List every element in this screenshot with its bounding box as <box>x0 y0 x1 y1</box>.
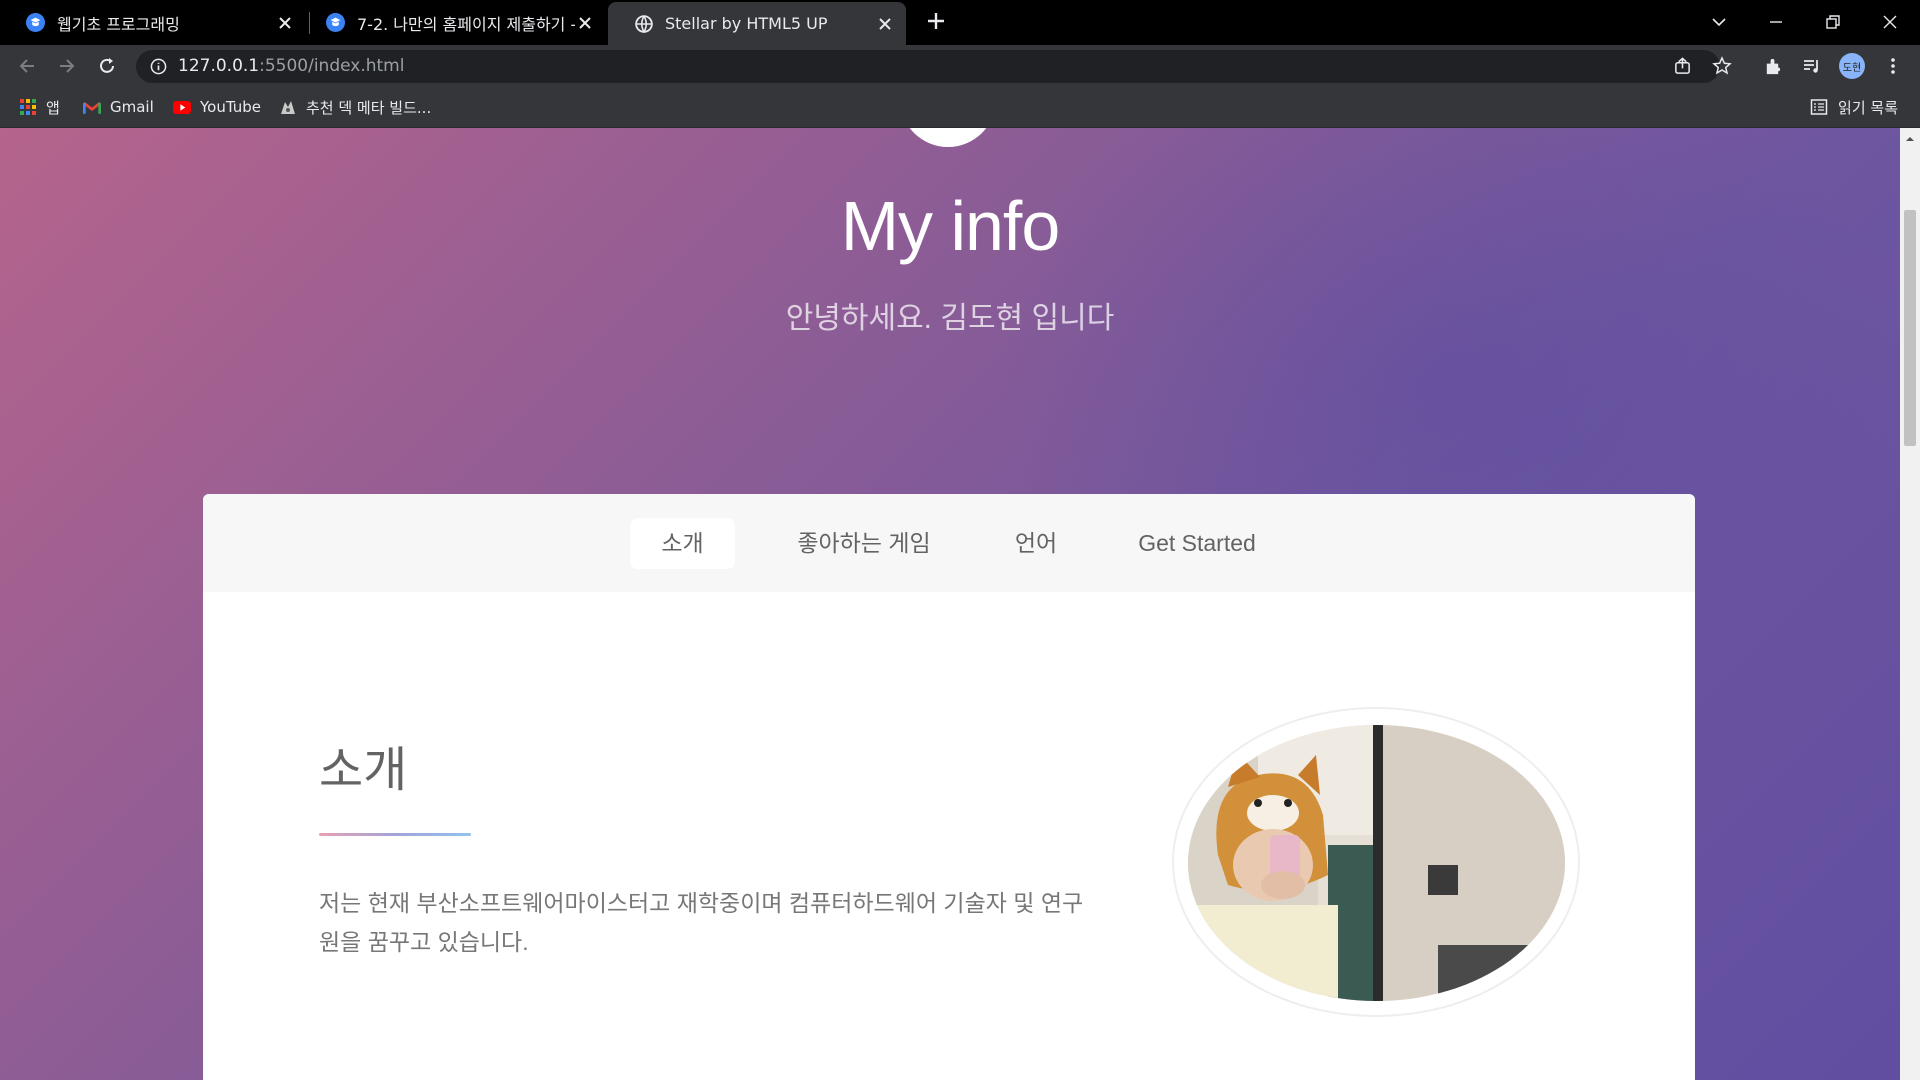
restore-icon[interactable] <box>1819 8 1847 36</box>
page-viewport: My info 안녕하세요. 김도현 입니다 소개 좋아하는 게임 언어 Get… <box>0 128 1900 1080</box>
apps-grid-icon <box>19 98 37 116</box>
scroll-thumb[interactable] <box>1904 210 1916 446</box>
bookmark-gmail[interactable]: Gmail <box>83 86 154 128</box>
gmail-icon <box>83 98 101 116</box>
profile-avatar[interactable]: 도현 <box>1839 53 1865 79</box>
section-underline <box>319 833 471 836</box>
youtube-icon <box>173 98 191 116</box>
section-title: 소개 <box>319 744 408 797</box>
close-tab-icon[interactable] <box>578 16 592 30</box>
hero-title: My info <box>840 187 1061 265</box>
new-tab-icon[interactable] <box>924 9 948 33</box>
tab-search-icon[interactable] <box>1705 8 1733 36</box>
reload-icon[interactable] <box>93 52 121 80</box>
main-panel: 소개 좋아하는 게임 언어 Get Started 소개 저는 현재 부산소프트… <box>203 494 1695 1080</box>
close-window-icon[interactable] <box>1876 8 1904 36</box>
tab-title: 7-2. 나만의 홈페이지 제출하기 - <box>357 14 575 34</box>
close-tab-icon[interactable] <box>878 17 892 31</box>
scroll-up-arrow-icon[interactable] <box>1905 134 1915 144</box>
bookmark-label: YouTube <box>200 98 261 116</box>
tab-stellar[interactable]: Stellar by HTML5 UP <box>608 2 906 45</box>
nav-favorite-games[interactable]: 좋아하는 게임 <box>769 518 959 569</box>
section-nav: 소개 좋아하는 게임 언어 Get Started <box>203 494 1695 592</box>
reading-list-icon <box>1810 99 1828 115</box>
bookmark-star-icon[interactable] <box>1708 52 1736 80</box>
nav-languages[interactable]: 언어 <box>991 518 1081 569</box>
page-scrollbar[interactable] <box>1900 128 1920 1080</box>
site-icon <box>279 98 297 116</box>
close-tab-icon[interactable] <box>278 16 292 30</box>
minimize-icon[interactable] <box>1762 8 1790 36</box>
address-bar[interactable]: 127.0.0.1:5500/index.html <box>136 50 1720 83</box>
media-controls-icon[interactable] <box>1798 52 1826 80</box>
globe-icon <box>634 14 653 33</box>
bookmark-apps[interactable]: 앱 <box>19 86 60 128</box>
bookmark-label: 추천 덱 메타 빌드... <box>306 98 432 117</box>
extensions-icon[interactable] <box>1758 52 1786 80</box>
reading-list-label: 읽기 목록 <box>1838 98 1898 117</box>
forward-icon[interactable] <box>53 52 81 80</box>
browser-toolbar: 127.0.0.1:5500/index.html 도현 <box>0 45 1920 86</box>
profile-photo <box>1188 725 1565 1001</box>
logo-circle <box>900 128 996 147</box>
bookmarks-bar: 앱 Gmail YouTube 추천 덱 메타 빌드... 읽기 목록 <box>0 86 1920 128</box>
bookmark-label: Gmail <box>110 98 154 116</box>
tab-strip: 웹기초 프로그래밍 7-2. 나만의 홈페이지 제출하기 - Stellar b… <box>0 0 1920 45</box>
section-body: 저는 현재 부산소프트웨어마이스터고 재학중이며 컴퓨터하드웨어 기술자 및 연… <box>319 890 1084 955</box>
nav-get-started[interactable]: Get Started <box>1113 518 1281 569</box>
back-icon[interactable] <box>13 52 41 80</box>
url-text: 127.0.0.1:5500/index.html <box>178 50 404 83</box>
tab-homepage-submit[interactable]: 7-2. 나만의 홈페이지 제출하기 - <box>300 0 606 45</box>
bookmark-youtube[interactable]: YouTube <box>173 86 261 128</box>
site-info-icon[interactable] <box>150 58 167 75</box>
share-icon[interactable] <box>1668 52 1696 80</box>
nav-intro[interactable]: 소개 <box>630 518 735 569</box>
tab-title: Stellar by HTML5 UP <box>665 14 828 33</box>
tab-title: 웹기초 프로그래밍 <box>57 14 180 34</box>
classroom-favicon-icon <box>26 13 45 32</box>
url-host: 127.0.0.1 <box>178 56 260 76</box>
reading-list-button[interactable]: 읽기 목록 <box>1810 86 1898 128</box>
hero-subtitle: 안녕하세요. 김도현 입니다 <box>785 302 1115 335</box>
tab-web-programming[interactable]: 웹기초 프로그래밍 <box>0 0 306 45</box>
bookmark-deck-meta[interactable]: 추천 덱 메타 빌드... <box>279 86 431 128</box>
menu-kebab-icon[interactable] <box>1879 52 1907 80</box>
classroom-favicon-icon <box>326 13 345 32</box>
bookmark-label: 앱 <box>46 98 60 117</box>
url-path: :5500/index.html <box>259 56 405 76</box>
